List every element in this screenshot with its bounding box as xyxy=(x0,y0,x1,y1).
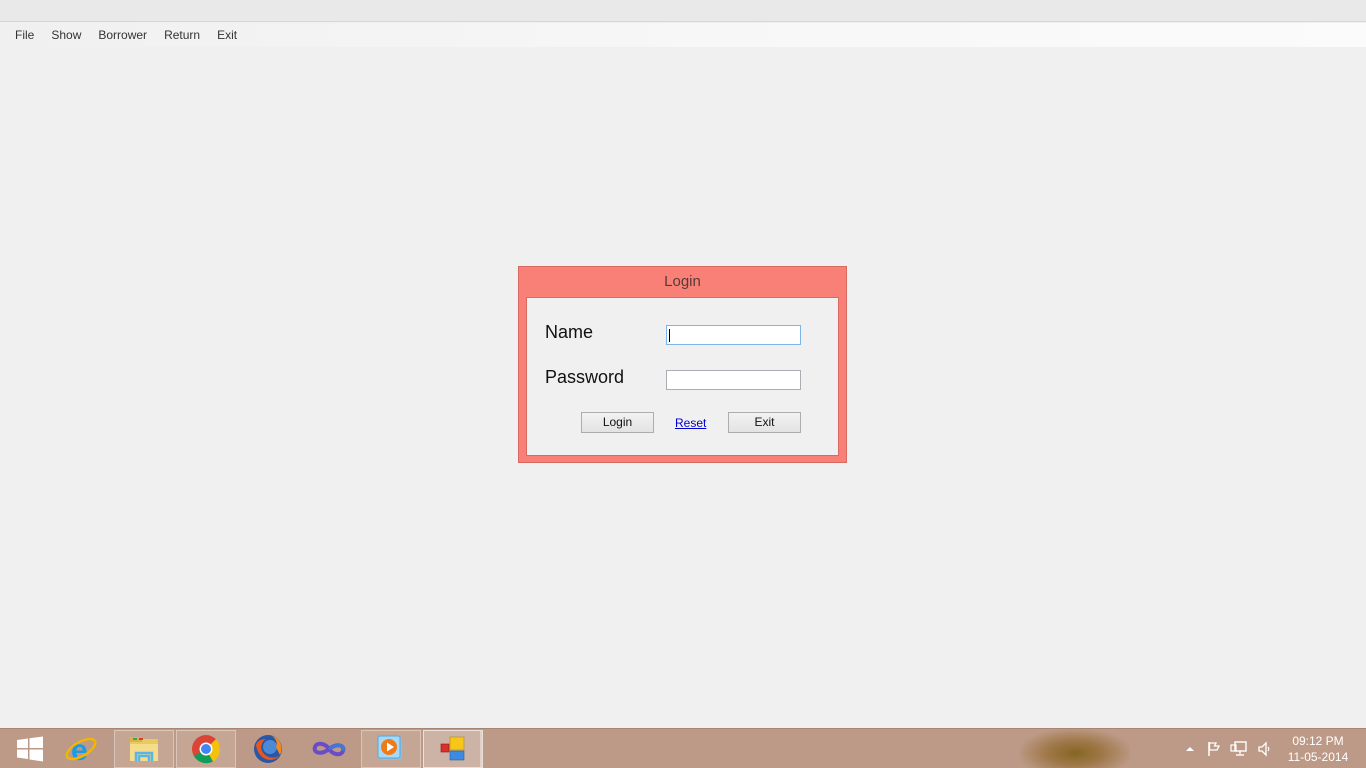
exit-button[interactable]: Exit xyxy=(728,412,801,433)
tray-volume[interactable] xyxy=(1255,729,1273,768)
login-button[interactable]: Login xyxy=(581,412,654,433)
taskbar-firefox[interactable] xyxy=(238,730,298,768)
window-title-bar xyxy=(0,0,1366,22)
menu-bar: File Show Borrower Return Exit xyxy=(0,23,1366,47)
tray-network[interactable] xyxy=(1229,729,1249,768)
clock-date: 11-05-2014 xyxy=(1287,750,1349,764)
tray-action-center[interactable] xyxy=(1205,729,1223,768)
taskbar-media-player[interactable] xyxy=(361,730,421,768)
taskbar-visual-studio[interactable] xyxy=(299,730,359,768)
infinity-icon xyxy=(312,741,346,757)
menu-exit[interactable]: Exit xyxy=(210,25,244,45)
clock-time: 09:12 PM xyxy=(1292,734,1344,748)
tray-show-hidden[interactable] xyxy=(1182,729,1198,768)
reset-link[interactable]: Reset xyxy=(675,416,706,430)
menu-borrower[interactable]: Borrower xyxy=(91,25,154,45)
text-caret xyxy=(669,329,670,342)
menu-return[interactable]: Return xyxy=(157,25,207,45)
chevron-up-icon xyxy=(1186,747,1194,751)
taskbar-ie[interactable]: e xyxy=(51,730,111,768)
taskbar-file-explorer[interactable] xyxy=(114,730,174,768)
taskbar: e 09:12 PM 11-05-2014 xyxy=(0,728,1366,768)
folder-icon xyxy=(130,737,158,761)
play-icon xyxy=(377,735,402,760)
ie-icon: e xyxy=(65,734,97,765)
taskbar-separator xyxy=(480,731,482,767)
chrome-icon xyxy=(192,735,221,764)
name-label: Name xyxy=(545,322,594,342)
login-panel: Login Name Password Login Reset Exit xyxy=(518,266,847,463)
speaker-icon xyxy=(1258,741,1270,757)
taskbar-glow xyxy=(1020,729,1130,768)
login-title: Login xyxy=(664,273,701,290)
taskbar-chrome[interactable] xyxy=(176,730,236,768)
taskbar-library-app[interactable] xyxy=(423,730,483,768)
password-label: Password xyxy=(545,367,625,387)
network-icon xyxy=(1230,741,1247,756)
name-input[interactable] xyxy=(666,325,801,345)
firefox-icon xyxy=(254,735,282,763)
menu-show[interactable]: Show xyxy=(44,25,88,45)
tray-clock[interactable]: 09:12 PM 11-05-2014 xyxy=(1284,733,1352,765)
app-squares-icon xyxy=(440,736,465,761)
password-input[interactable] xyxy=(666,370,801,390)
login-form: Name Password Login Reset Exit xyxy=(526,297,839,456)
windows-logo-icon xyxy=(17,736,43,762)
menu-file[interactable]: File xyxy=(8,25,41,45)
flag-icon xyxy=(1208,742,1221,756)
